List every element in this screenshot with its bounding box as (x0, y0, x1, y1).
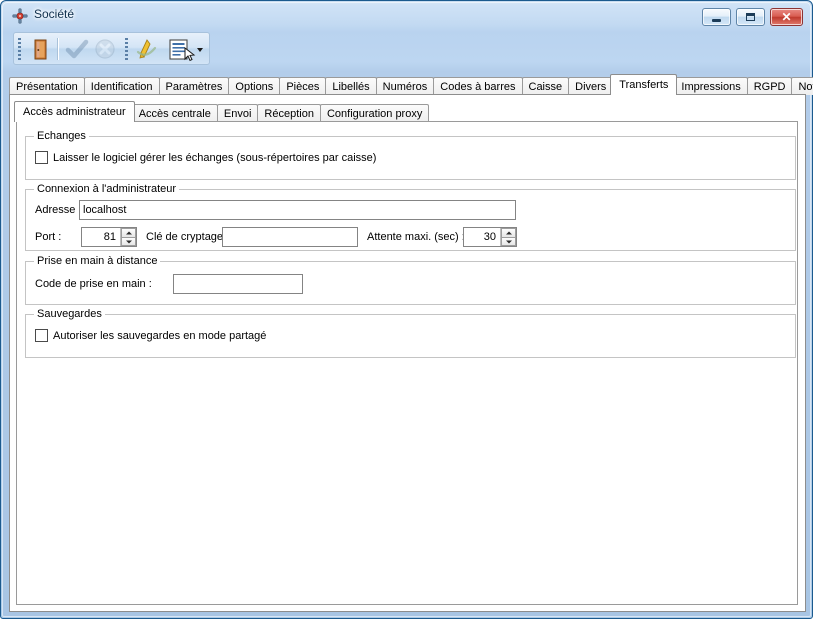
port-value[interactable]: 81 (82, 228, 120, 246)
close-icon: ✕ (771, 9, 802, 25)
maximize-icon (737, 9, 764, 25)
attente-spinner-up[interactable] (501, 228, 516, 237)
group-prise-en-main-a-distance: Prise en main à distance Code de prise e… (25, 261, 796, 305)
acces-administrateur-panel: Echanges Laisser le logiciel gérer les é… (16, 121, 798, 605)
exit-door-button[interactable] (27, 37, 53, 62)
subtab-acces-centrale[interactable]: Accès centrale (132, 104, 218, 122)
group-connexion-administrateur: Connexion à l'administrateur Adresse : P… (25, 189, 796, 251)
chevron-down-icon (506, 240, 512, 243)
toolbar-grip-left[interactable] (18, 38, 21, 60)
title-bar[interactable]: Société ✕ (1, 1, 812, 29)
chevron-up-icon (126, 232, 132, 235)
attente-maxi-spinner[interactable]: 30 (463, 227, 517, 247)
tab-identification[interactable]: Identification (84, 77, 160, 95)
port-spinner-up[interactable] (121, 228, 136, 237)
toolbar-separator (57, 38, 59, 60)
sub-tab-row: Accès administrateur Accès centrale Envo… (16, 100, 428, 122)
tab-notes[interactable]: Notes (791, 77, 813, 95)
cle-de-cryptage-label: Clé de cryptage : (146, 231, 229, 243)
close-button[interactable]: ✕ (770, 8, 803, 26)
minimize-button[interactable] (702, 8, 731, 26)
tab-libelles[interactable]: Libellés (325, 77, 376, 95)
checkbox-autoriser-sauvegardes-mode-partage[interactable]: Autoriser les sauvegardes en mode partag… (35, 329, 266, 342)
tab-options[interactable]: Options (228, 77, 280, 95)
port-spinner[interactable]: 81 (81, 227, 137, 247)
attente-maxi-label: Attente maxi. (sec) : (367, 231, 465, 243)
maximize-button[interactable] (736, 8, 765, 26)
group-prise-en-main-title: Prise en main à distance (34, 255, 160, 267)
group-echanges-title: Echanges (34, 130, 89, 142)
subtab-envoi[interactable]: Envoi (217, 104, 259, 122)
code-prise-en-main-label: Code de prise en main : (35, 278, 152, 290)
tab-caisse[interactable]: Caisse (522, 77, 570, 95)
validate-button (64, 37, 90, 62)
checkbox-label: Autoriser les sauvegardes en mode partag… (53, 330, 266, 342)
pencil-icon (134, 37, 160, 62)
tab-pieces[interactable]: Pièces (279, 77, 326, 95)
cancel-button (92, 37, 118, 62)
window-title: Société (34, 7, 74, 21)
edit-button[interactable] (134, 37, 160, 62)
attente-maxi-value[interactable]: 30 (464, 228, 500, 246)
adresse-input[interactable] (79, 200, 516, 220)
subtab-reception[interactable]: Réception (257, 104, 321, 122)
door-icon (27, 37, 53, 62)
code-prise-en-main-input[interactable] (173, 274, 303, 294)
attente-spinner-down[interactable] (501, 237, 516, 246)
tab-numeros[interactable]: Numéros (376, 77, 435, 95)
list-document-icon (166, 37, 204, 62)
list-menu-button[interactable] (166, 37, 204, 62)
adresse-label: Adresse : (35, 204, 81, 216)
checkbox-box[interactable] (35, 151, 48, 164)
checkbox-box[interactable] (35, 329, 48, 342)
societe-window: Société ✕ (0, 0, 813, 619)
check-icon (64, 37, 90, 62)
tab-presentation[interactable]: Présentation (9, 77, 85, 95)
cancel-circle-icon (92, 37, 118, 62)
tab-parametres[interactable]: Paramètres (159, 77, 230, 95)
chevron-up-icon (506, 232, 512, 235)
tab-impressions[interactable]: Impressions (674, 77, 747, 95)
toolbar (13, 32, 210, 65)
tab-rgpd[interactable]: RGPD (747, 77, 793, 95)
checkbox-laisser-logiciel-gerer-echanges[interactable]: Laisser le logiciel gérer les échanges (… (35, 151, 376, 164)
subtab-configuration-proxy[interactable]: Configuration proxy (320, 104, 429, 122)
attente-spinner-buttons[interactable] (500, 228, 516, 246)
subtab-acces-administrateur[interactable]: Accès administrateur (14, 101, 135, 122)
group-sauvegardes: Sauvegardes Autoriser les sauvegardes en… (25, 314, 796, 358)
tab-transferts[interactable]: Transferts (610, 74, 677, 95)
tab-codes-a-barres[interactable]: Codes à barres (433, 77, 522, 95)
app-icon (12, 8, 28, 24)
tab-divers[interactable]: Divers (568, 77, 613, 95)
minimize-icon (703, 9, 730, 25)
port-label: Port : (35, 231, 61, 243)
port-spinner-down[interactable] (121, 237, 136, 246)
main-tab-row: Présentation Identification Paramètres O… (9, 75, 813, 95)
toolbar-grip-right[interactable] (125, 38, 128, 60)
port-spinner-buttons[interactable] (120, 228, 136, 246)
group-connexion-title: Connexion à l'administrateur (34, 183, 179, 195)
checkbox-label: Laisser le logiciel gérer les échanges (… (53, 152, 376, 164)
cle-de-cryptage-input[interactable] (222, 227, 358, 247)
group-echanges: Echanges Laisser le logiciel gérer les é… (25, 136, 796, 180)
group-sauvegardes-title: Sauvegardes (34, 308, 105, 320)
chevron-down-icon (126, 240, 132, 243)
transferts-panel: Accès administrateur Accès centrale Envo… (9, 94, 806, 612)
tab-container: Présentation Identification Paramètres O… (9, 75, 806, 612)
